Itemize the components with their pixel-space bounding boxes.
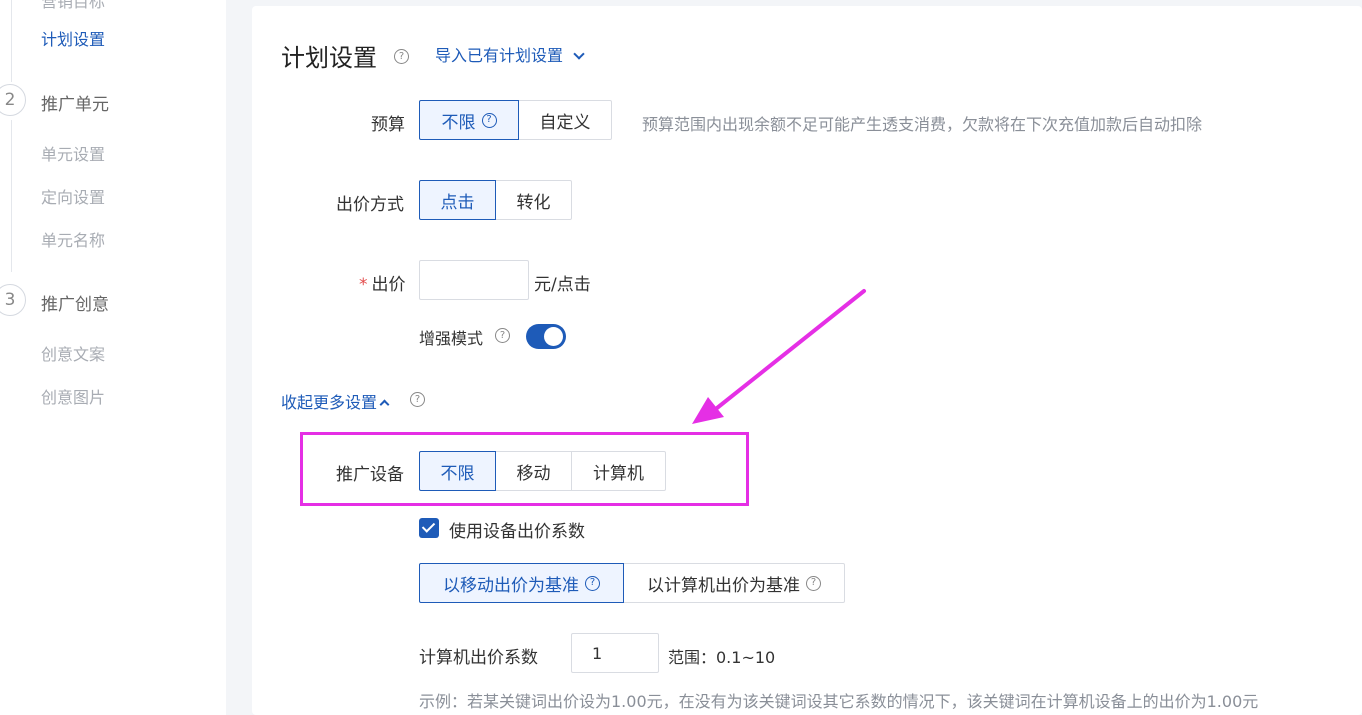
chevron-down-icon — [573, 48, 585, 60]
collapse-more-settings-link[interactable]: 收起更多设置 — [281, 389, 390, 413]
device-option-unlimited[interactable]: 不限 — [419, 451, 496, 491]
use-device-coef-checkbox[interactable] — [419, 518, 439, 538]
budget-option-custom[interactable]: 自定义 — [519, 100, 612, 140]
bid-label: * 出价 — [359, 270, 406, 295]
import-plan-label: 导入已有计划设置 — [435, 46, 564, 65]
help-icon[interactable]: ? — [481, 112, 497, 128]
coef-base-option-mobile[interactable]: 以移动出价为基准 ? — [419, 563, 624, 603]
pc-coef-input[interactable]: 1 — [571, 633, 659, 673]
coef-base-option-computer[interactable]: 以计算机出价为基准 ? — [624, 563, 845, 603]
import-plan-dropdown[interactable]: 导入已有计划设置 — [435, 42, 585, 66]
device-label: 推广设备 — [336, 465, 404, 485]
budget-hint: 预算范围内出现余额不足可能产生透支消费，欠款将在下次充值加款后自动扣除 — [642, 115, 1203, 134]
option-label: 以移动出价为基准 — [443, 575, 579, 596]
bid-label-text: 出价 — [371, 275, 406, 295]
required-mark: * — [359, 275, 368, 295]
example-text: 示例：若某关键词出价设为1.00元，在没有为该关键词设其它系数的情况下，该关键词… — [419, 692, 1259, 711]
step-number-2: 2 — [0, 84, 26, 116]
bid-input[interactable] — [419, 260, 529, 300]
option-label: 自定义 — [539, 112, 591, 133]
device-option-computer[interactable]: 计算机 — [572, 451, 666, 491]
sidebar-item-creative-text[interactable]: 创意文案 — [41, 341, 105, 365]
help-icon[interactable]: ? — [585, 575, 600, 591]
page-title: 计划设置 — [281, 44, 377, 72]
budget-label: 预算 — [371, 115, 405, 135]
bid-method-label: 出价方式 — [336, 195, 404, 215]
bid-method-option-click[interactable]: 点击 — [419, 180, 496, 220]
option-label: 移动 — [516, 463, 551, 484]
wizard-sidebar: 营销目标 计划设置 2 推广单元 单元设置 定向设置 单元名称 3 推广创意 创… — [0, 0, 226, 715]
bid-method-segmented: 点击 转化 — [419, 180, 572, 220]
enhanced-mode-toggle[interactable] — [526, 324, 566, 349]
chevron-up-icon — [379, 399, 390, 410]
sidebar-item-targeting[interactable]: 定向设置 — [41, 184, 105, 208]
device-segmented: 不限 移动 计算机 — [419, 451, 666, 491]
device-option-mobile[interactable]: 移动 — [496, 451, 572, 491]
step-connector — [11, 0, 12, 82]
option-label: 转化 — [516, 192, 551, 213]
sidebar-item-creative-image[interactable]: 创意图片 — [41, 384, 105, 408]
step-title-unit[interactable]: 推广单元 — [41, 90, 109, 115]
pc-coef-label: 计算机出价系数 — [419, 648, 538, 668]
help-icon[interactable]: ? — [410, 392, 425, 407]
use-device-coef-label[interactable]: 使用设备出价系数 — [449, 517, 585, 542]
sidebar-item-unit-setting[interactable]: 单元设置 — [41, 141, 105, 165]
step-connector — [11, 120, 12, 272]
toggle-knob — [544, 327, 563, 346]
sidebar-item-plan-setting[interactable]: 计划设置 — [41, 26, 105, 50]
option-label: 不限 — [440, 463, 475, 484]
enhanced-mode-label: 增强模式 — [419, 329, 484, 348]
option-label: 点击 — [440, 192, 475, 213]
option-label: 计算机 — [593, 463, 644, 484]
budget-option-unlimited[interactable]: 不限 ? — [419, 100, 519, 140]
bid-unit: 元/点击 — [534, 275, 591, 295]
budget-segmented: 不限 ? 自定义 — [419, 100, 612, 140]
coef-base-segmented: 以移动出价为基准 ? 以计算机出价为基准 ? — [419, 563, 845, 603]
sidebar-item-unit-name[interactable]: 单元名称 — [41, 227, 105, 251]
option-label: 以计算机出价为基准 — [647, 575, 800, 596]
pc-coef-range: 范围：0.1~10 — [668, 648, 776, 667]
help-icon[interactable]: ? — [495, 328, 510, 343]
help-icon[interactable]: ? — [394, 49, 409, 64]
bid-method-option-conversion[interactable]: 转化 — [496, 180, 572, 220]
option-label: 不限 — [441, 112, 476, 133]
help-icon[interactable]: ? — [806, 575, 821, 591]
collapse-label: 收起更多设置 — [281, 393, 378, 412]
step-number-3: 3 — [0, 284, 26, 316]
sidebar-item-marketing-goal[interactable]: 营销目标 — [41, 0, 105, 12]
step-title-creative[interactable]: 推广创意 — [41, 290, 109, 315]
